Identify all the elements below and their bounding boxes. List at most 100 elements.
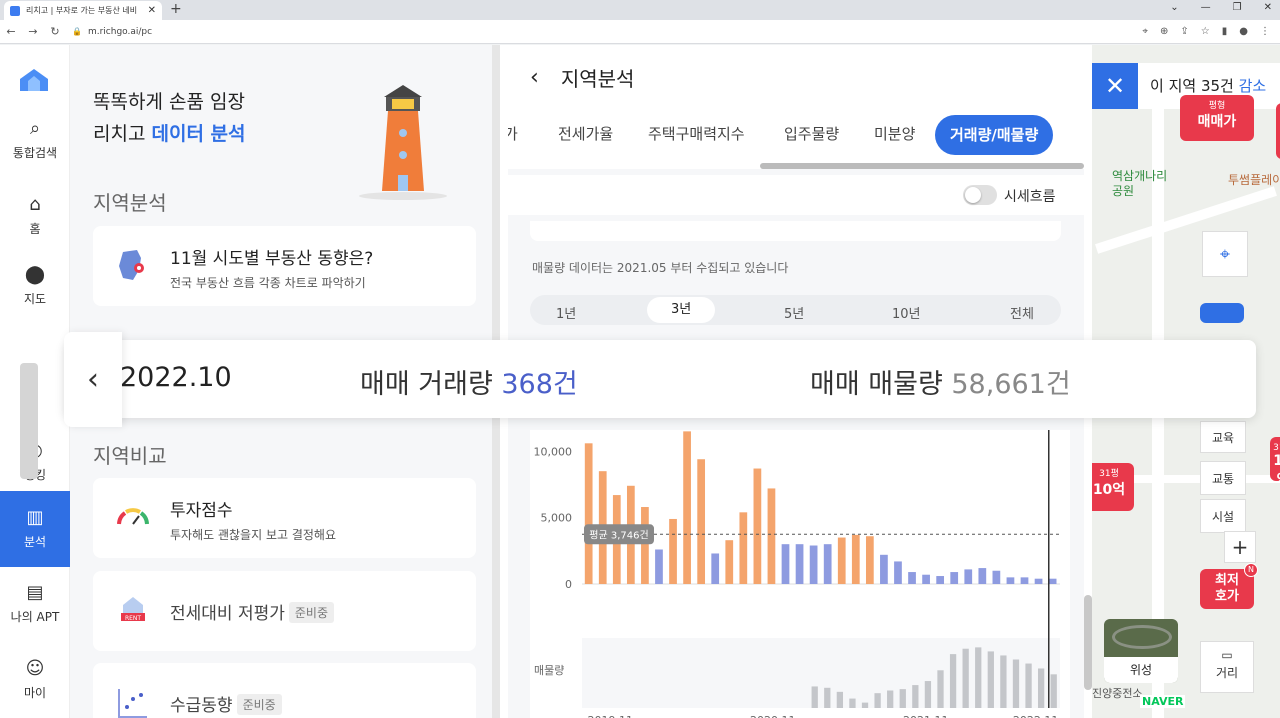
tab-unsold[interactable]: 미분양 [874, 123, 915, 144]
pin-big: 15억 [1273, 453, 1280, 488]
listing-bar [836, 691, 844, 708]
map-place-label: 진양중전소 [1092, 687, 1143, 700]
minimize-icon[interactable]: — [1201, 2, 1211, 13]
trade-bar [809, 545, 818, 584]
listing-bar [949, 654, 957, 708]
period-10y[interactable]: 10년 [892, 303, 921, 322]
price-flow-toggle[interactable] [963, 185, 997, 205]
prev-chevron-icon[interactable]: ‹ [64, 332, 122, 427]
pin-small: 평형 [1208, 101, 1226, 111]
price-pin-left[interactable]: 31평 10억 [1092, 463, 1134, 511]
drag-handle[interactable] [20, 363, 38, 479]
restore-icon[interactable]: ❐ [1233, 2, 1242, 13]
analysis-tabs: 가 전세가율 주택구매력지수 입주물량 미분양 거래량/매물량 [508, 115, 1092, 155]
trade-bar [683, 431, 691, 584]
distance-button[interactable]: ▭ 거리 [1200, 641, 1254, 693]
trade-bar [584, 443, 593, 584]
trade-bar [922, 574, 930, 584]
card-trend[interactable]: 11월 시도별 부동산 동향은? 전국 부동산 흐름 각종 차트로 파악하기 [93, 226, 476, 306]
data-note: 매물량 데이터는 2021.05 부터 수집되고 있습니다 [532, 261, 789, 275]
facility-layer-button[interactable]: 시설 [1200, 499, 1246, 533]
menu-icon[interactable]: ⋮ [1260, 26, 1270, 37]
back-icon[interactable]: ← [0, 25, 22, 38]
pin-small: 31평 [1099, 469, 1119, 479]
close-window-icon[interactable]: ✕ [1264, 2, 1272, 13]
tab-search-icon[interactable]: ⌄ [1170, 2, 1178, 13]
browser-tabstrip: 리치고 | 부자로 가는 부동산 네비 ✕ + ⌄ — ❐ ✕ [0, 0, 1280, 20]
reload-icon[interactable]: ↻ [44, 25, 66, 38]
trade-bar [739, 512, 748, 584]
listing-bar [975, 647, 982, 708]
rail-item-home[interactable]: ⌂ 홈 [0, 179, 70, 253]
forward-icon[interactable]: → [22, 25, 44, 38]
listing-bar [1037, 668, 1045, 708]
card-supply-demand[interactable]: 수급동향 준비중 [93, 663, 476, 718]
chart-tooltip-strip: ‹ 2022.10 매매 거래량 368건 매매 매물량 58,661건 [64, 332, 1256, 427]
new-badge: N [1244, 563, 1258, 577]
rail-item-analysis[interactable]: ▥ 분석 [0, 491, 70, 567]
tab-volume-listing[interactable]: 거래량/매물량 [935, 115, 1054, 155]
pin-small: 31평 [1273, 443, 1280, 453]
back-chevron-icon[interactable]: ‹ [530, 65, 539, 90]
rail-item-search[interactable]: ⌕ 통합검색 [0, 103, 70, 177]
tab-supply[interactable]: 입주물량 [784, 123, 839, 144]
hero-line-1: 똑똑하게 손품 임장 [93, 91, 245, 113]
close-tab-icon[interactable]: ✕ [148, 5, 156, 16]
url-text: m.richgo.ai/pc [87, 26, 153, 37]
zoom-in-button[interactable]: + [1224, 531, 1256, 563]
blue-pin[interactable] [1200, 303, 1244, 323]
trade-bar [767, 488, 776, 584]
toggle-knob [965, 187, 981, 203]
rail-label: 분석 [23, 534, 47, 549]
tab-jeonse-ratio[interactable]: 전세가율 [558, 123, 613, 144]
panel-title: 지역분석 [560, 66, 635, 91]
satellite-thumb-road [1112, 625, 1172, 649]
pin-big: 매매가 [1197, 114, 1237, 130]
rail-item-my[interactable]: ☺ 마이 [0, 643, 70, 717]
close-icon[interactable]: ✕ [1092, 63, 1138, 109]
sidepanel-icon[interactable]: ▮ [1222, 26, 1228, 37]
price-pin[interactable]: 평형 매매가 [1180, 95, 1254, 141]
x-tick-label: 2019.11 [587, 714, 633, 718]
rail-item-myapt[interactable]: ▤ 나의 APT [0, 567, 70, 641]
locate-icon[interactable]: ⌖ [1202, 231, 1248, 277]
trade-bar [851, 534, 860, 584]
price-flow-label: 시세흐름 [1004, 189, 1056, 205]
volume-listing-chart[interactable]: 10,000 5,000 0 평균 3,746건매물량 2019.11 2020.11 20… [530, 430, 1070, 718]
tab-affordability[interactable]: 주택구매력지수 [648, 123, 745, 144]
card-invest-sub: 투자해도 괜찮을지 보고 결정해요 [170, 528, 337, 542]
card-invest-title: 투자점수 [170, 501, 233, 521]
satellite-toggle[interactable]: 위성 [1104, 619, 1178, 683]
rail-label: 홈 [29, 221, 41, 236]
period-3y[interactable]: 3년 [647, 297, 716, 323]
price-pin-edge[interactable] [1276, 103, 1280, 159]
browser-tab[interactable]: 리치고 | 부자로 가는 부동산 네비 ✕ [4, 1, 162, 20]
average-label: 평균 3,746건 [589, 529, 648, 541]
location-icon[interactable]: ⌖ [1142, 26, 1148, 37]
profile-icon[interactable]: ● [1239, 26, 1248, 37]
card-invest-score[interactable]: 투자점수 투자해도 괜찮을지 보고 결정해요 [93, 478, 476, 558]
edu-layer-button[interactable]: 교육 [1200, 421, 1246, 453]
card-jeonse-undervalue[interactable]: RENT 전세대비 저평가 준비중 [93, 571, 476, 651]
pin-big: 10억 [1092, 482, 1126, 498]
y-tick-label: 10,000 [534, 445, 573, 458]
period-1y[interactable]: 1년 [556, 303, 576, 322]
card-jeonse-title-text: 전세대비 저평가 [170, 604, 285, 624]
address-bar[interactable]: 🔒 m.richgo.ai/pc [72, 23, 1142, 41]
period-all[interactable]: 전체 [1010, 303, 1034, 322]
rail-item-map[interactable]: ⬤ 지도 [0, 255, 70, 317]
new-tab-icon[interactable]: + [170, 1, 182, 17]
zoom-icon[interactable]: ⊕ [1160, 26, 1168, 37]
x-tick-label: 2020.11 [750, 714, 796, 718]
window-controls: ⌄ — ❐ ✕ [1170, 2, 1272, 13]
bookmark-star-icon[interactable]: ☆ [1201, 26, 1210, 37]
listing-label: 매매 매물량 [810, 369, 952, 400]
listing-bar [899, 689, 906, 708]
panel-scrollbar[interactable] [1084, 595, 1092, 690]
share-icon[interactable]: ⇪ [1180, 26, 1188, 37]
price-pin-right[interactable]: 31평 15억 [1270, 437, 1280, 488]
x-tick-label: 2021.11 [903, 714, 949, 718]
traffic-layer-button[interactable]: 교통 [1200, 461, 1246, 495]
tab-price[interactable]: 가 [508, 123, 518, 144]
period-5y[interactable]: 5년 [784, 303, 804, 322]
